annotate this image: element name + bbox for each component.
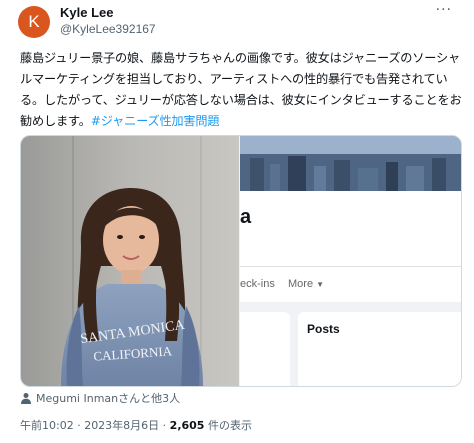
tab-more-label: More [288, 278, 314, 290]
timestamp-link[interactable]: 午前10:02 · 2023年8月6日 · [20, 419, 170, 432]
author-handle[interactable]: @KyleLee392167 [60, 22, 156, 36]
tagged-text: Megumi Inmanさんと他3人 [36, 392, 181, 405]
hashtag-link[interactable]: #ジャニーズ性加害問題 [91, 114, 220, 128]
photo-of-woman[interactable]: SANTA MONICA CALIFORNIA [21, 136, 239, 386]
profile-header [240, 191, 461, 266]
tweet-meta: 午前10:02 · 2023年8月6日 · 2,605 件の表示 [20, 417, 252, 433]
profile-name-fragment: a [240, 206, 252, 228]
tab-checkins: eck-ins [240, 278, 275, 290]
cover-photo [240, 136, 461, 191]
author-avatar[interactable]: K [18, 6, 50, 38]
tab-more: More ▼ [288, 278, 324, 290]
avatar-letter: K [28, 12, 40, 31]
tagged-people[interactable]: Megumi Inmanさんと他3人 [20, 390, 180, 406]
posts-title: Posts [307, 322, 340, 336]
more-horizontal-icon[interactable]: ··· [436, 2, 452, 18]
caret-down-icon: ▼ [316, 280, 325, 289]
tweet-media[interactable]: SANTA MONICA CALIFORNIA a eck-ins More ▼… [20, 135, 462, 387]
author-name[interactable]: Kyle Lee [60, 5, 113, 20]
tweet-body: 藤島ジュリー景子の娘、藤島サラちゃんの画像です。彼女はジャニーズのソーシャルマー… [20, 51, 462, 128]
intro-card [240, 312, 290, 386]
views-count: 2,605 [169, 419, 205, 432]
facebook-profile-screenshot: a eck-ins More ▼ Posts [240, 136, 461, 386]
views-label: 件の表示 [204, 419, 252, 432]
tweet-text: 藤島ジュリー景子の娘、藤島サラちゃんの画像です。彼女はジャニーズのソーシャルマー… [20, 48, 464, 132]
person-icon [21, 393, 31, 404]
